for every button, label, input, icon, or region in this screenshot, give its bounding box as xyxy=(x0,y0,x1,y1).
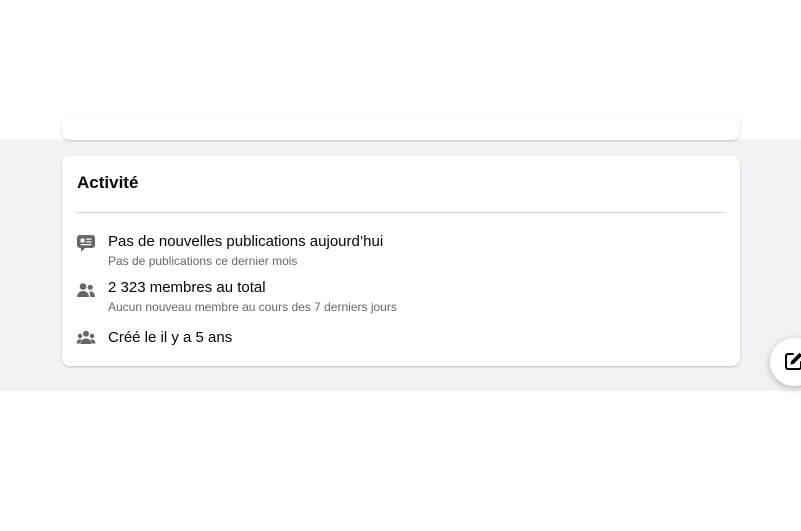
edit-icon xyxy=(784,351,801,371)
top-area xyxy=(0,0,801,139)
chat-posts-icon xyxy=(76,234,96,254)
bottom-area xyxy=(0,391,801,531)
activity-item-secondary: Pas de publications ce dernier mois xyxy=(108,254,298,268)
activity-item-primary: Créé le il y a 5 ans xyxy=(108,329,233,346)
activity-item-secondary: Aucun nouveau membre au cours des 7 dern… xyxy=(108,300,397,314)
divider xyxy=(77,212,725,213)
members-icon xyxy=(76,280,96,300)
previous-card xyxy=(62,120,740,140)
activity-card: Activité Pas de nouvelles publications a… xyxy=(62,156,740,366)
page: Activité Pas de nouvelles publications a… xyxy=(0,0,801,531)
activity-item-primary: 2 323 membres au total xyxy=(108,279,266,296)
group-icon xyxy=(76,328,96,348)
activity-item-primary: Pas de nouvelles publications aujourd’hu… xyxy=(108,233,384,250)
activity-title: Activité xyxy=(77,173,139,192)
